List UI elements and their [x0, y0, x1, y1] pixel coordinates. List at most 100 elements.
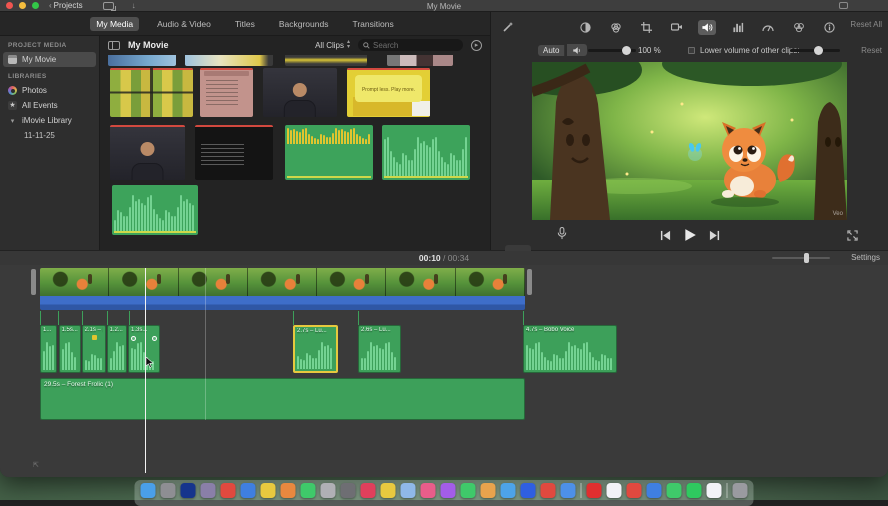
search-input[interactable]: [373, 40, 453, 50]
media-thumb-video[interactable]: [347, 68, 430, 117]
media-thumb-partial[interactable]: [185, 55, 273, 66]
media-thumb-video[interactable]: [195, 125, 273, 180]
minimize-window-button[interactable]: [19, 2, 26, 9]
dock-app-21-icon[interactable]: [540, 483, 556, 498]
import-media-icon[interactable]: [102, 1, 116, 11]
dock-app-8-icon[interactable]: [280, 483, 296, 498]
sidebar-item-photos[interactable]: Photos: [0, 83, 99, 98]
dock-app-27-icon[interactable]: [666, 483, 682, 498]
crop-icon[interactable]: [637, 20, 655, 35]
tab-backgrounds[interactable]: Backgrounds: [273, 17, 335, 31]
sidebar-toggle-icon[interactable]: [108, 40, 120, 50]
audio-clip[interactable]: 1.5s...: [58, 325, 81, 373]
dock-app-18-icon[interactable]: [480, 483, 496, 498]
video-preview[interactable]: Veo: [532, 62, 847, 220]
dock-app-14-icon[interactable]: [400, 483, 416, 498]
dock-app-4-icon[interactable]: [200, 483, 216, 498]
play-button-icon[interactable]: [683, 228, 697, 242]
audio-clip[interactable]: 4.7s – Bobo Voice: [523, 325, 617, 373]
audio-clip-selected[interactable]: 2.7s – Lu...: [293, 325, 338, 373]
circled-arrow-icon[interactable]: ▸: [471, 39, 482, 51]
timeline-settings-button[interactable]: Settings: [851, 253, 880, 262]
dock-app-28-icon[interactable]: [686, 483, 702, 498]
audio-clip[interactable]: 1...: [40, 325, 57, 373]
close-window-button[interactable]: [6, 2, 13, 9]
mute-button[interactable]: [567, 44, 587, 56]
clips-filter-dropdown[interactable]: All Clips ▴ ▾: [315, 39, 350, 50]
sidebar-item-event-date[interactable]: 11-11-25: [0, 128, 99, 143]
tab-audio-video[interactable]: Audio & Video: [151, 17, 217, 31]
dock-app-9-icon[interactable]: [300, 483, 316, 498]
sidebar-item-imovie-library[interactable]: ▾ iMovie Library: [0, 113, 99, 128]
sidebar-item-all-events[interactable]: ★ All Events: [0, 98, 99, 113]
info-icon[interactable]: [820, 20, 838, 35]
noise-equalizer-icon[interactable]: [729, 20, 747, 35]
media-thumb-video[interactable]: [263, 68, 337, 117]
dock-app-6-icon[interactable]: [240, 483, 256, 498]
ducking-slider-knob[interactable]: [814, 46, 823, 55]
tab-titles[interactable]: Titles: [229, 17, 261, 31]
dock-app-24-icon[interactable]: [606, 483, 622, 498]
dock-app-20-icon[interactable]: [520, 483, 536, 498]
dock-app-25-icon[interactable]: [626, 483, 642, 498]
media-thumb-partial[interactable]: [387, 55, 453, 66]
dock-app-19-icon[interactable]: [500, 483, 516, 498]
auto-volume-button[interactable]: Auto: [538, 44, 566, 56]
reset-all-button[interactable]: Reset All: [850, 20, 882, 29]
dock-app-2-icon[interactable]: [160, 483, 176, 498]
timeline-zoom-slider[interactable]: [772, 253, 830, 263]
lower-volume-checkbox[interactable]: [688, 47, 695, 54]
background-music-clip[interactable]: 29.5s – Forest Frolic (1): [40, 378, 525, 420]
video-audio-bar[interactable]: [40, 296, 525, 310]
dock-trash-icon[interactable]: [732, 483, 748, 498]
media-thumb-video[interactable]: [200, 68, 253, 117]
fullscreen-icon[interactable]: [847, 228, 858, 246]
sidebar-item-my-movie[interactable]: My Movie: [3, 52, 96, 67]
dock-app-11-icon[interactable]: [340, 483, 356, 498]
trim-handle-left[interactable]: [31, 269, 36, 295]
reset-button[interactable]: Reset: [861, 46, 882, 55]
share-icon[interactable]: [839, 2, 848, 9]
zoom-window-button[interactable]: [32, 2, 39, 9]
dock-app-22-icon[interactable]: [560, 483, 576, 498]
disclosure-triangle-icon[interactable]: ▾: [8, 117, 17, 125]
media-thumb-video[interactable]: [110, 68, 193, 117]
effects-icon[interactable]: [790, 20, 808, 35]
audio-clip[interactable]: 2.1s – L...: [81, 325, 106, 373]
back-to-projects-button[interactable]: ‹ Projects: [49, 1, 83, 10]
tab-my-media[interactable]: My Media: [90, 16, 140, 31]
ducking-slider[interactable]: [790, 46, 840, 55]
color-correction-icon[interactable]: [607, 20, 625, 35]
dock-app-7-icon[interactable]: [260, 483, 276, 498]
dock-app-17-icon[interactable]: [460, 483, 476, 498]
audio-clip[interactable]: 1.3s...: [128, 325, 160, 373]
color-balance-icon[interactable]: [576, 20, 594, 35]
timeline-zoom-knob[interactable]: [803, 253, 809, 263]
media-thumb-audio[interactable]: [112, 185, 198, 235]
audio-clip[interactable]: 1.2...: [106, 325, 127, 373]
dock-app-10-icon[interactable]: [320, 483, 336, 498]
media-thumb-video[interactable]: [110, 125, 185, 180]
dock-app-23-icon[interactable]: [586, 483, 602, 498]
dock-app-15-icon[interactable]: [420, 483, 436, 498]
audio-clip[interactable]: 2.6s – Lu...: [358, 325, 401, 373]
dock-app-1-icon[interactable]: [140, 483, 156, 498]
volume-icon[interactable]: [698, 19, 716, 35]
playhead[interactable]: [145, 268, 146, 473]
dock-app-16-icon[interactable]: [440, 483, 456, 498]
trim-handle-right[interactable]: [527, 269, 532, 295]
search-box[interactable]: [358, 39, 463, 51]
media-thumb-audio[interactable]: [285, 125, 373, 180]
dock-app-13-icon[interactable]: [380, 483, 396, 498]
tab-transitions[interactable]: Transitions: [346, 17, 399, 31]
stabilization-icon[interactable]: [668, 20, 686, 35]
previous-frame-icon[interactable]: [660, 230, 671, 241]
voiceover-mic-icon[interactable]: [557, 226, 567, 245]
volume-slider[interactable]: [588, 46, 636, 55]
volume-slider-knob[interactable]: [622, 46, 631, 55]
media-thumb-partial[interactable]: [285, 55, 367, 66]
dock-app-12-icon[interactable]: [360, 483, 376, 498]
dock-app-3-icon[interactable]: [180, 483, 196, 498]
dock-app-5-icon[interactable]: [220, 483, 236, 498]
next-frame-icon[interactable]: [709, 230, 720, 241]
